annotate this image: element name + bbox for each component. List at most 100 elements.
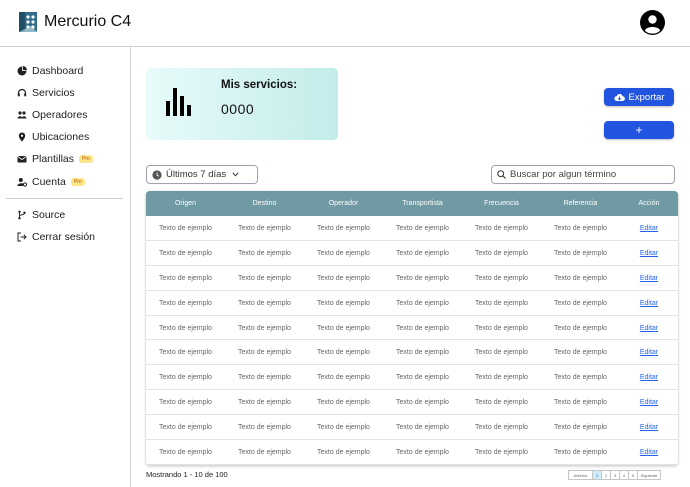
table-cell: Texto de ejemplo: [159, 349, 212, 357]
table-cell: Texto de ejemplo: [475, 299, 528, 307]
sign-out-icon: [17, 232, 27, 242]
search-input[interactable]: [510, 169, 670, 180]
column-header[interactable]: Destino: [225, 191, 304, 216]
edit-link[interactable]: Editar: [620, 390, 678, 415]
table-row: Texto de ejemplo Texto de ejemplo Texto de…: [146, 241, 678, 266]
sidebar: Dashboard Servicios Operadores Ubicacion…: [0, 47, 131, 487]
table-cell: Texto de ejemplo: [554, 374, 607, 382]
table-row: Texto de ejemplo Texto de ejemplo Texto de…: [146, 365, 678, 391]
services-table: Origen Destino Operador Transportista Fr…: [146, 191, 678, 465]
table-cell: Texto de ejemplo: [475, 249, 528, 257]
table-cell: Texto de ejemplo: [475, 324, 528, 332]
sidebar-item-servicios[interactable]: Servicios: [17, 84, 75, 102]
table-cell: Texto de ejemplo: [396, 424, 449, 432]
table-cell: Texto de ejemplo: [159, 299, 212, 307]
user-avatar-icon[interactable]: [640, 10, 665, 35]
table-cell: Texto de ejemplo: [554, 424, 607, 432]
table-cell: Texto de ejemplo: [317, 274, 370, 282]
sidebar-item-operadores[interactable]: Operadores: [17, 106, 87, 124]
date-range-select[interactable]: Últimos 7 días: [146, 165, 258, 184]
table-cell: Texto de ejemplo: [317, 424, 370, 432]
table-cell: Texto de ejemplo: [396, 449, 449, 457]
table-cell: Texto de ejemplo: [475, 399, 528, 407]
table-cell: Texto de ejemplo: [238, 224, 291, 232]
location-pin-icon: [17, 132, 27, 142]
search-box: [491, 165, 675, 184]
edit-link[interactable]: Editar: [620, 266, 678, 291]
table-cell: Texto de ejemplo: [396, 324, 449, 332]
sidebar-item-logout[interactable]: Cerrar sesión: [17, 228, 95, 246]
table-cell: Texto de ejemplo: [159, 449, 212, 457]
table-cell: Texto de ejemplo: [159, 399, 212, 407]
table-cell: Texto de ejemplo: [396, 274, 449, 282]
table-cell: Texto de ejemplo: [554, 349, 607, 357]
column-header: Acción: [638, 200, 660, 207]
column-header[interactable]: Operador: [304, 191, 383, 216]
edit-link[interactable]: Editar: [620, 365, 678, 390]
table-cell: Texto de ejemplo: [317, 349, 370, 357]
table-cell: Texto de ejemplo: [317, 399, 370, 407]
users-icon: [17, 110, 27, 120]
top-bar: Mercurio C4: [0, 0, 690, 47]
pagination-prev-button[interactable]: Anterior: [568, 470, 593, 480]
table-cell: Texto de ejemplo: [554, 449, 607, 457]
edit-link[interactable]: Editar: [620, 291, 678, 316]
export-button[interactable]: Exportar: [604, 88, 674, 106]
column-header[interactable]: Frecuencia: [462, 191, 541, 216]
branch-icon: [17, 210, 27, 220]
table-cell: Texto de ejemplo: [554, 224, 607, 232]
table-row: Texto de ejemplo Texto de ejemplo Texto de…: [146, 266, 678, 291]
table-header: Origen Destino Operador Transportista Fr…: [146, 191, 678, 216]
column-header[interactable]: Referencia: [541, 191, 620, 216]
clock-icon: [152, 169, 162, 180]
pagination-summary: Mostrando 1 - 10 de 100: [146, 470, 228, 479]
table-cell: Texto de ejemplo: [159, 424, 212, 432]
table-cell: Texto de ejemplo: [396, 249, 449, 257]
date-range-value: Últimos 7 días: [166, 169, 227, 180]
services-stat-card: Mis servicios: 0000: [146, 68, 338, 140]
add-button[interactable]: +: [604, 121, 674, 139]
table-row: Texto de ejemplo Texto de ejemplo Texto de…: [146, 216, 678, 241]
sidebar-item-label: Servicios: [32, 87, 75, 99]
headset-icon: [17, 88, 27, 98]
sidebar-item-ubicaciones[interactable]: Ubicaciones: [17, 128, 89, 146]
sidebar-item-label: Ubicaciones: [32, 131, 90, 143]
table-cell: Texto de ejemplo: [475, 449, 528, 457]
table-cell: Texto de ejemplo: [238, 274, 291, 282]
sidebar-item-source[interactable]: Source: [17, 206, 65, 224]
pro-badge: Pro: [79, 155, 93, 163]
column-header[interactable]: Origen: [146, 191, 225, 216]
add-button-label: +: [635, 123, 643, 137]
table-cell: Texto de ejemplo: [317, 299, 370, 307]
edit-link[interactable]: Editar: [620, 440, 678, 465]
table-cell: Texto de ejemplo: [475, 349, 528, 357]
table-cell: Texto de ejemplo: [396, 299, 449, 307]
edit-link[interactable]: Editar: [620, 415, 678, 440]
table-row: Texto de ejemplo Texto de ejemplo Texto de…: [146, 341, 678, 366]
table-cell: Texto de ejemplo: [159, 249, 212, 257]
column-header[interactable]: Transportista: [383, 191, 462, 216]
table-cell: Texto de ejemplo: [396, 224, 449, 232]
table-cell: Texto de ejemplo: [238, 249, 291, 257]
edit-link[interactable]: Editar: [620, 316, 678, 341]
pagination-next-button[interactable]: Siguiente: [637, 470, 661, 480]
table-cell: Texto de ejemplo: [238, 374, 291, 382]
edit-link[interactable]: Editar: [620, 341, 678, 366]
sidebar-item-label: Source: [32, 209, 66, 221]
edit-link[interactable]: Editar: [620, 216, 678, 241]
sidebar-item-dashboard[interactable]: Dashboard: [17, 62, 83, 80]
table-cell: Texto de ejemplo: [238, 349, 291, 357]
table-cell: Texto de ejemplo: [159, 274, 212, 282]
sidebar-item-plantillas[interactable]: Plantillas Pro: [17, 150, 93, 168]
table-cell: Texto de ejemplo: [159, 224, 212, 232]
table-cell: Texto de ejemplo: [238, 449, 291, 457]
stat-value: 0000: [221, 101, 255, 117]
table-cell: Texto de ejemplo: [317, 374, 370, 382]
edit-link[interactable]: Editar: [620, 241, 678, 266]
table-cell: Texto de ejemplo: [475, 274, 528, 282]
sidebar-item-cuenta[interactable]: Cuenta Pro: [17, 173, 85, 191]
table-cell: Texto de ejemplo: [238, 424, 291, 432]
sidebar-divider: [6, 198, 123, 199]
sidebar-item-label: Cuenta: [32, 176, 66, 188]
table-cell: Texto de ejemplo: [317, 449, 370, 457]
